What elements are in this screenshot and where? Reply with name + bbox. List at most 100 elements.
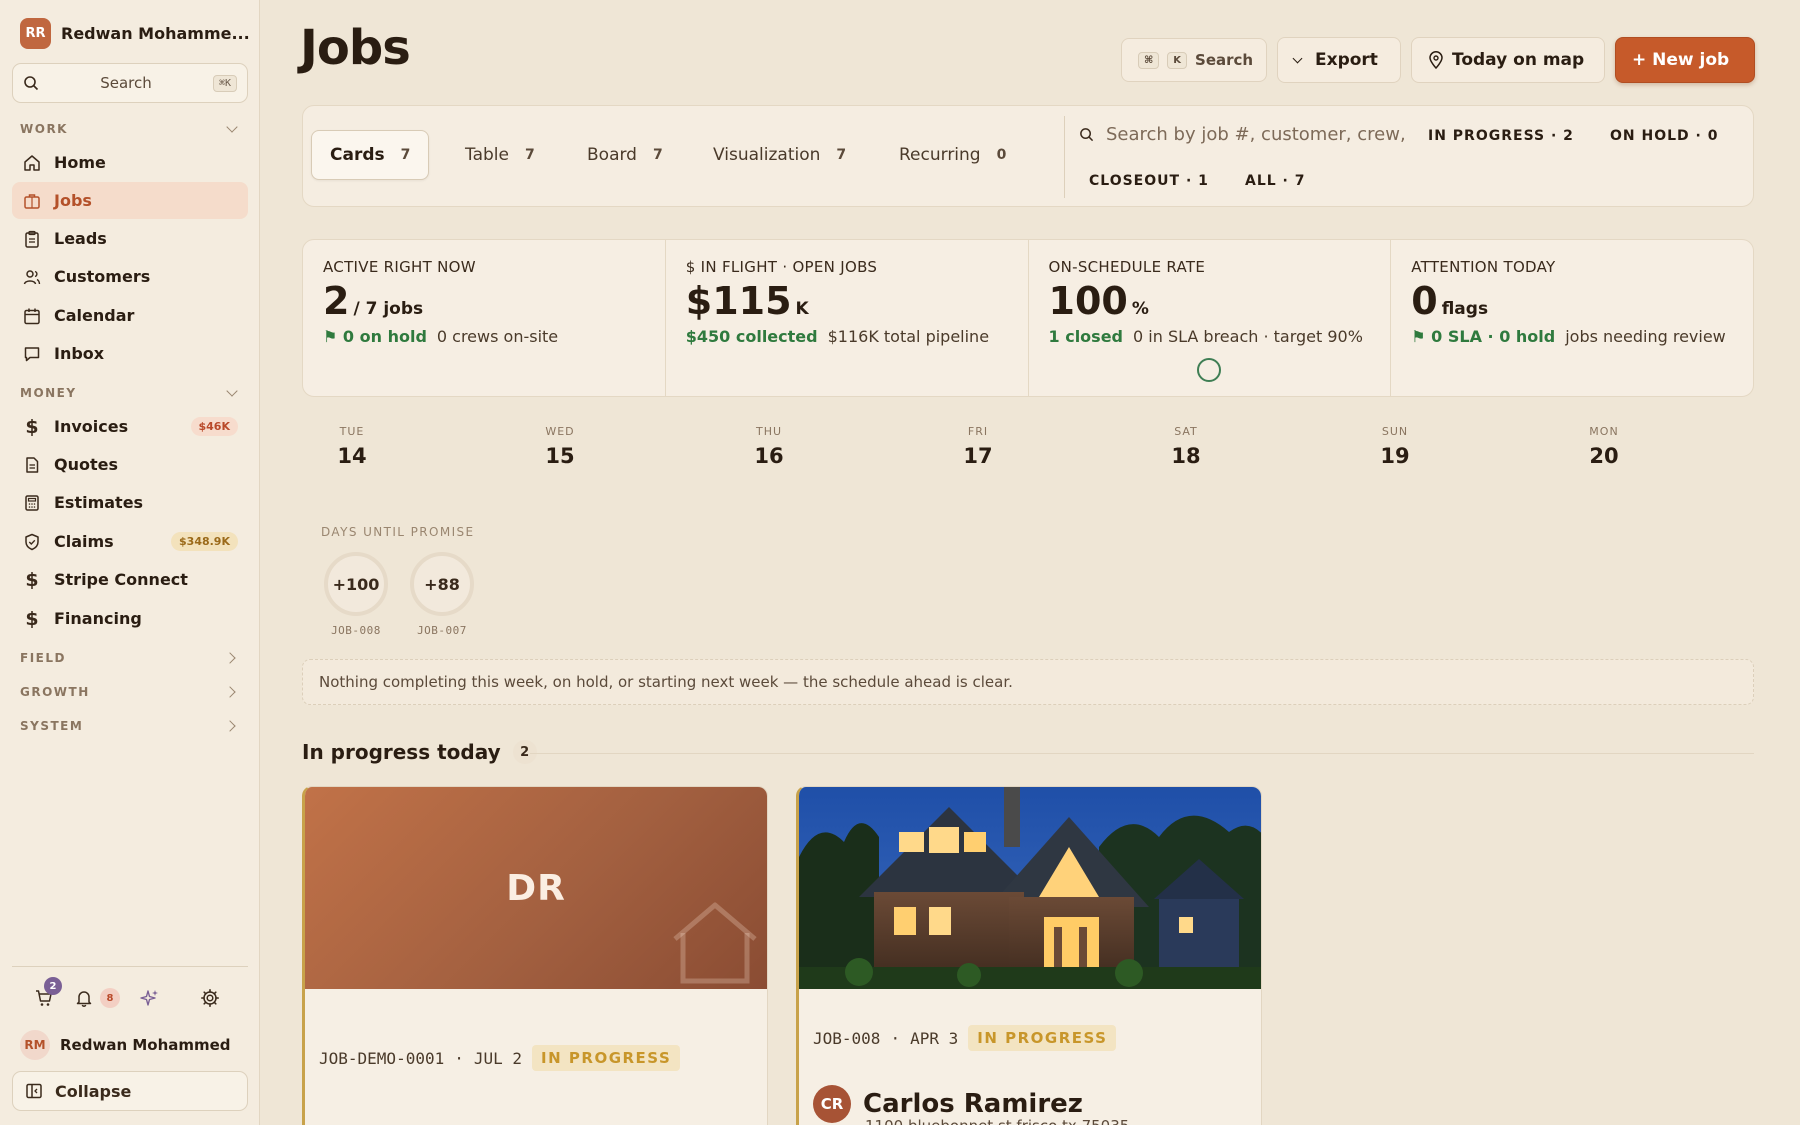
day-column[interactable]: SAT 18 <box>1136 425 1236 468</box>
promise-job: JOB-008 <box>331 624 381 637</box>
tab-board[interactable]: Board 7 <box>569 130 681 180</box>
stat-label: ATTENTION TODAY <box>1411 258 1556 276</box>
filter-all[interactable]: ALL · 7 <box>1245 173 1305 189</box>
stat-active-now[interactable]: ACTIVE RIGHT NOW 2 / 7 jobs ⚑ 0 on hold … <box>303 240 666 396</box>
map-pin-icon <box>1429 51 1443 69</box>
filter-in-progress[interactable]: IN PROGRESS · 2 <box>1428 128 1574 144</box>
status-badge: IN PROGRESS <box>968 1025 1117 1051</box>
sidebar-item-label: Claims <box>54 532 114 551</box>
tab-count: 7 <box>652 147 663 163</box>
search-icon <box>24 76 39 91</box>
new-job-button[interactable]: + New job <box>1615 37 1755 83</box>
export-button[interactable]: Export <box>1277 37 1401 83</box>
sidebar-item-label: Financing <box>54 609 142 628</box>
sidebar-search[interactable]: Search ⌘K <box>12 63 248 103</box>
promise-item[interactable]: +88 JOB-007 <box>410 552 474 637</box>
tab-label: Cards <box>330 145 385 165</box>
dollar-icon: $ <box>25 415 39 438</box>
section-system[interactable]: SYSTEM <box>20 719 240 733</box>
tab-count: 7 <box>524 147 535 163</box>
day-column[interactable]: SUN 19 <box>1345 425 1445 468</box>
new-job-label: + New job <box>1632 50 1730 70</box>
sidebar-item-label: Home <box>54 153 106 172</box>
day-date: 14 <box>337 444 367 468</box>
section-work[interactable]: WORK <box>20 121 240 136</box>
stat-highlight: ⚑ 0 on hold <box>323 327 427 346</box>
section-money[interactable]: MONEY <box>20 385 240 400</box>
sidebar-item-stripe-connect[interactable]: $ Stripe Connect <box>12 561 248 598</box>
cart-button[interactable]: 2 <box>24 977 64 1014</box>
sidebar-item-financing[interactable]: $ Financing <box>12 600 248 637</box>
stat-attention-today[interactable]: ATTENTION TODAY 0 flags ⚑ 0 SLA · 0 hold… <box>1391 240 1753 396</box>
day-name: WED <box>545 425 575 438</box>
job-date: APR 3 <box>910 1028 959 1048</box>
section-field[interactable]: FIELD <box>20 651 240 665</box>
sidebar-item-estimates[interactable]: Estimates <box>12 484 248 521</box>
section-growth[interactable]: GROWTH <box>20 685 240 699</box>
view-controls: Cards 7 Table 7 Board 7 Visualization 7 … <box>302 105 1754 207</box>
command-search-label: Search <box>1195 51 1254 69</box>
job-card[interactable]: JOB-008 · APR 3 IN PROGRESS CR Carlos Ra… <box>796 786 1262 1125</box>
notifications-button[interactable] <box>64 982 104 1014</box>
sidebar-item-inbox[interactable]: Inbox <box>12 335 248 372</box>
stat-in-flight[interactable]: $ IN FLIGHT · OPEN JOBS $115 K $450 coll… <box>666 240 1029 396</box>
day-column[interactable]: FRI 17 <box>928 425 1028 468</box>
collapse-button[interactable]: Collapse <box>12 1071 248 1111</box>
day-date: 19 <box>1380 444 1410 468</box>
claims-amount-badge: $348.9K <box>171 532 238 551</box>
tab-cards[interactable]: Cards 7 <box>311 130 430 180</box>
sidebar-item-customers[interactable]: Customers <box>12 258 248 295</box>
hero-initials: DR <box>506 867 566 909</box>
account-name: Redwan Mohamme... <box>61 24 250 43</box>
job-search-placeholder: Search by job #, customer, crew, <box>1106 124 1406 145</box>
stat-subtext: $116K total pipeline <box>827 327 990 346</box>
tab-label: Recurring <box>899 145 981 165</box>
stat-value: 2 <box>323 279 350 323</box>
stats-summary: ACTIVE RIGHT NOW 2 / 7 jobs ⚑ 0 on hold … <box>302 239 1754 397</box>
section-field-label: FIELD <box>20 651 66 665</box>
cart-count-badge: 2 <box>44 977 62 995</box>
gear-icon <box>201 989 219 1007</box>
job-search-input[interactable]: Search by job #, customer, crew, <box>1079 124 1406 145</box>
section-title-label: In progress today <box>302 740 501 764</box>
sidebar-item-label: Quotes <box>54 455 119 474</box>
sidebar-item-label: Invoices <box>54 417 129 436</box>
chevron-right-icon <box>224 720 236 732</box>
filter-closeout[interactable]: CLOSEOUT · 1 <box>1089 173 1209 189</box>
today-on-map-button[interactable]: Today on map <box>1411 37 1605 83</box>
day-column[interactable]: TUE 14 <box>302 425 402 468</box>
sidebar-item-label: Stripe Connect <box>54 570 188 589</box>
sidebar-item-claims[interactable]: Claims $348.9K <box>12 523 248 560</box>
user-profile[interactable]: RM Redwan Mohammed <box>20 1030 231 1060</box>
command-search-button[interactable]: ⌘ K Search <box>1121 38 1267 82</box>
promise-label: DAYS UNTIL PROMISE <box>321 525 475 539</box>
chevron-right-icon <box>224 652 236 664</box>
day-date: 17 <box>963 444 993 468</box>
account-switcher[interactable]: RR Redwan Mohamme... <box>20 18 250 49</box>
progress-ring <box>1196 358 1221 382</box>
sidebar-item-label: Leads <box>54 229 107 248</box>
stat-subtext: jobs needing review <box>1565 327 1726 346</box>
day-column[interactable]: WED 15 <box>510 425 610 468</box>
stat-on-schedule-rate[interactable]: ON-SCHEDULE RATE 100 % 1 closed 0 in SLA… <box>1029 240 1392 396</box>
day-column[interactable]: THU 16 <box>719 425 819 468</box>
stat-unit: / 7 jobs <box>353 299 424 319</box>
sidebar-item-jobs[interactable]: Jobs <box>12 182 248 219</box>
job-card[interactable]: DR JOB-DEMO-0001 · JUL 2 IN PROGRESS <box>302 786 768 1125</box>
tab-recurring[interactable]: Recurring 0 <box>881 130 1024 180</box>
tab-table[interactable]: Table 7 <box>447 130 553 180</box>
sidebar-collapse-icon <box>26 1083 42 1099</box>
settings-button[interactable] <box>190 982 230 1014</box>
sidebar-item-calendar[interactable]: Calendar <box>12 297 248 334</box>
tab-visualization[interactable]: Visualization 7 <box>695 130 864 180</box>
sidebar-item-home[interactable]: Home <box>12 144 248 181</box>
sidebar-item-quotes[interactable]: Quotes <box>12 446 248 483</box>
sidebar-item-invoices[interactable]: $ Invoices $46K <box>12 408 248 445</box>
bell-icon <box>76 991 92 1007</box>
filter-on-hold[interactable]: ON HOLD · 0 <box>1610 128 1718 144</box>
sidebar-item-leads[interactable]: Leads <box>12 220 248 257</box>
ai-assistant-button[interactable] <box>130 982 170 1014</box>
day-column[interactable]: MON 20 <box>1554 425 1654 468</box>
stat-highlight: $450 collected <box>685 327 818 346</box>
promise-item[interactable]: +100 JOB-008 <box>324 552 388 637</box>
